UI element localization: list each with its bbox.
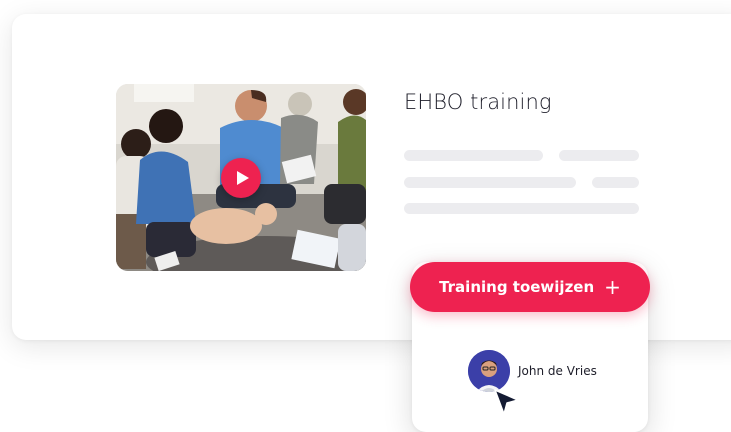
user-option[interactable]: John de Vries xyxy=(468,350,597,392)
plus-icon: + xyxy=(604,275,621,299)
user-name: John de Vries xyxy=(518,364,597,378)
assign-panel: Training toewijzen + John de Vries xyxy=(410,262,650,432)
placeholder-text-line xyxy=(404,150,543,161)
play-icon xyxy=(236,171,249,185)
assign-training-label: Training toewijzen xyxy=(439,278,595,296)
placeholder-text-line xyxy=(404,203,639,214)
course-title: EHBO training xyxy=(404,90,552,114)
placeholder-text-line xyxy=(404,177,576,188)
avatar xyxy=(468,350,510,392)
video-thumbnail[interactable] xyxy=(116,84,366,271)
play-button[interactable] xyxy=(221,158,261,198)
placeholder-text-line xyxy=(592,177,639,188)
assign-training-button[interactable]: Training toewijzen + xyxy=(410,262,650,312)
cursor-icon xyxy=(494,389,519,415)
placeholder-text-line xyxy=(559,150,639,161)
